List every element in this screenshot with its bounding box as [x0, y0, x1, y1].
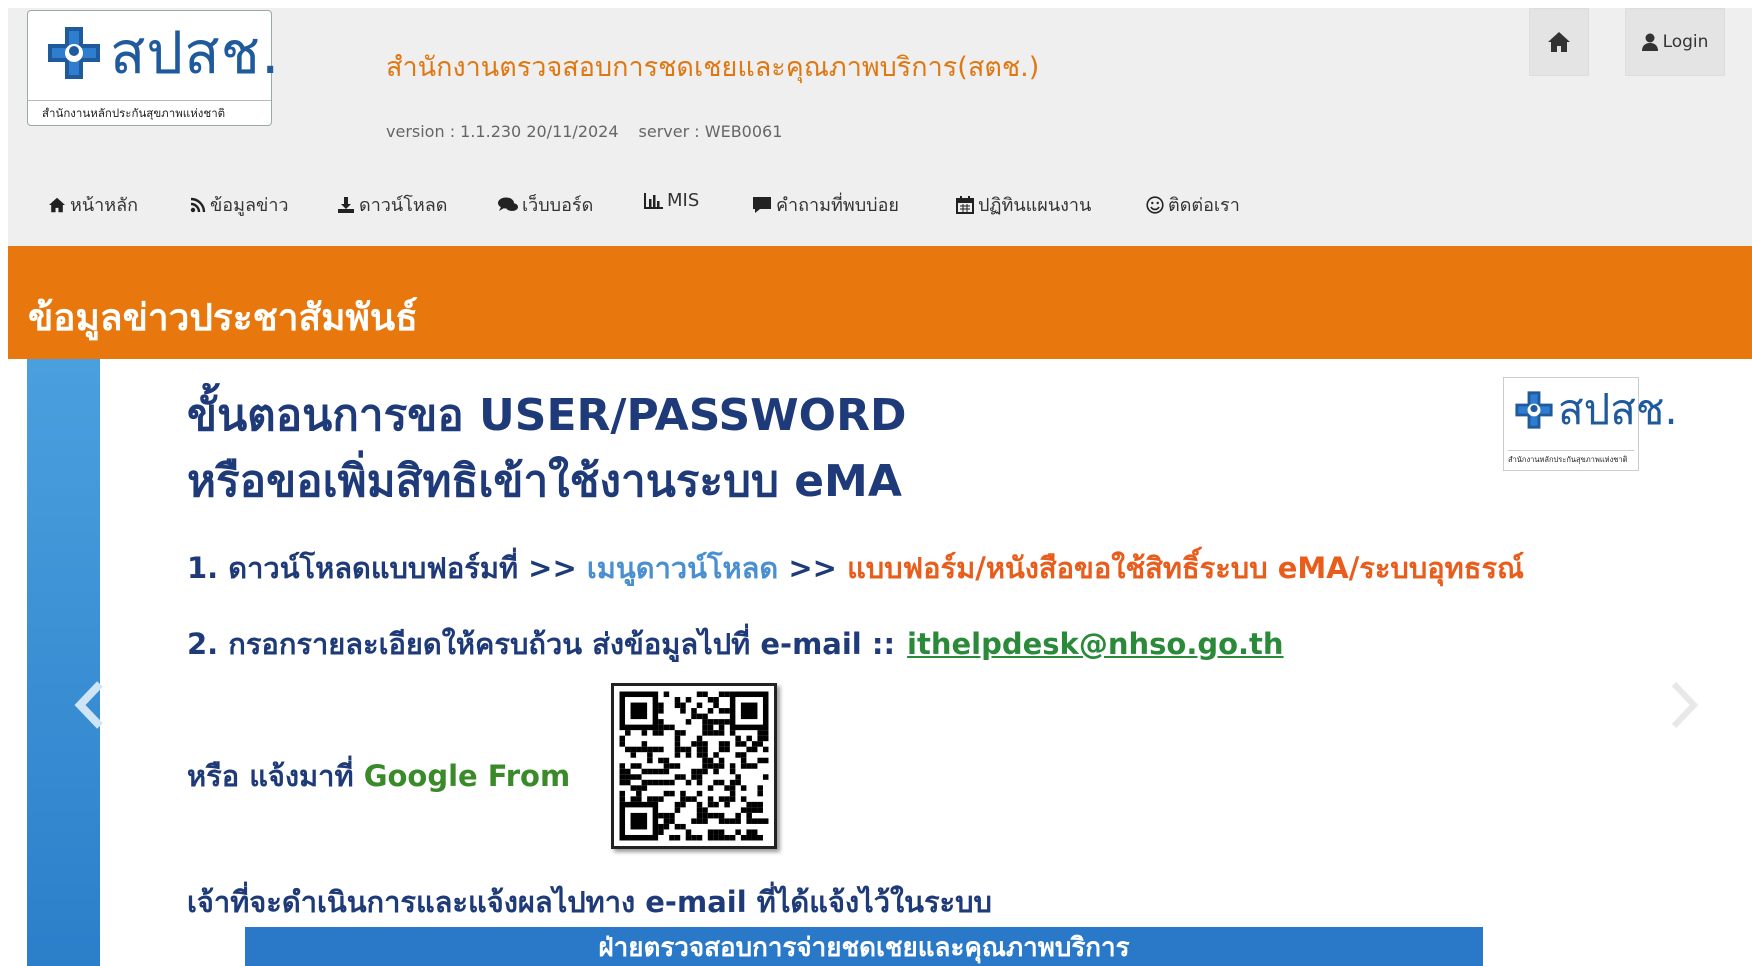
google-form-qr-code[interactable] — [611, 683, 777, 849]
step1-prefix: 1. ดาวน์โหลดแบบฟอร์มที่ >> — [187, 551, 577, 585]
nav-calendar[interactable]: ปฏิทินแผนงาน — [956, 190, 1091, 219]
nav-webboard-label: เว็บบอร์ด — [522, 195, 594, 216]
rss-icon — [190, 197, 206, 212]
step1-menu-link[interactable]: เมนูดาวน์โหลด — [587, 551, 778, 585]
login-label: Login — [1662, 32, 1709, 52]
slide-title: ขั้นตอนการขอ USER/PASSWORD หรือขอเพิ่มสิ… — [187, 383, 906, 515]
nav-download-label: ดาวน์โหลด — [359, 195, 448, 216]
nhso-cross-icon — [1515, 391, 1553, 429]
carousel-next-icon[interactable] — [1668, 680, 1702, 730]
nav-faq-label: คำถามที่พบบ่อย — [776, 195, 899, 216]
step1-form-name: แบบฟอร์ม/หนังสือขอใช้สิทธิ์ระบบ eMA/ระบบ… — [847, 551, 1524, 585]
server-text: server : WEB0061 — [638, 122, 783, 141]
download-icon — [338, 196, 354, 213]
slide-title-line2: หรือขอเพิ่มสิทธิเข้าใช้งานระบบ eMA — [187, 456, 902, 507]
google-form-label: Google From — [363, 759, 571, 793]
banner-title: ข้อมูลข่าวประชาสัมพันธ์ — [28, 296, 418, 339]
news-banner: ข้อมูลข่าวประชาสัมพันธ์ — [8, 246, 1752, 359]
user-icon — [1641, 33, 1658, 51]
slide-title-line1: ขั้นตอนการขอ USER/PASSWORD — [187, 390, 907, 441]
nav-news[interactable]: ข้อมูลข่าว — [190, 190, 289, 219]
nav-webboard[interactable]: เว็บบอร์ด — [498, 190, 593, 219]
smile-icon — [1146, 195, 1164, 214]
step-2: 2. กรอกรายละเอียดให้ครบถ้วน ส่งข้อมูลไปท… — [187, 621, 1284, 667]
slide-logo-subtitle: สำนักงานหลักประกันสุขภาพแห่งชาติ — [1508, 450, 1634, 466]
home-icon — [1548, 32, 1570, 52]
nav-download[interactable]: ดาวน์โหลด — [337, 190, 447, 219]
slide-footer: ฝ่ายตรวจสอบการจ่ายชดเชยและคุณภาพบริการ — [245, 927, 1483, 966]
slide-logo: สปสช. สำนักงานหลักประกันสุขภาพแห่งชาติ — [1503, 377, 1678, 471]
carousel-prev-icon[interactable] — [72, 680, 106, 730]
login-button[interactable]: Login — [1625, 8, 1725, 76]
or-prefix: หรือ แจ้งมาที่ — [187, 759, 354, 793]
notice-line: เจ้าที่จะดำเนินการและแจ้งผลไปทาง e-mail … — [187, 885, 992, 919]
comment-icon — [753, 196, 771, 213]
bar-chart-icon — [644, 192, 663, 209]
nhso-logo[interactable]: สปสช. สำนักงานหลักประกันสุขภาพแห่งชาติ — [27, 10, 279, 126]
comments-icon — [498, 197, 518, 211]
home-button[interactable] — [1529, 8, 1589, 76]
step-1: 1. ดาวน์โหลดแบบฟอร์มที่ >> เมนูดาวน์โหลด… — [187, 545, 1524, 591]
nav-faq[interactable]: คำถามที่พบบ่อย — [752, 190, 899, 219]
nav-contact-label: ติดต่อเรา — [1168, 195, 1240, 216]
qr-code-icon — [619, 691, 769, 841]
helpdesk-email-link[interactable]: ithelpdesk@nhso.go.th — [907, 627, 1284, 661]
version-text: version : 1.1.230 20/11/2024 — [386, 122, 619, 141]
nav-mis-label: MIS — [667, 190, 700, 211]
google-form-line: หรือ แจ้งมาที่ Google From — [187, 753, 570, 799]
version-info: version : 1.1.230 20/11/2024 server : WEB… — [386, 122, 802, 141]
step1-separator: >> — [788, 551, 837, 585]
nav-contact[interactable]: ติดต่อเรา — [1146, 190, 1240, 219]
logo-brand: สปสช. — [110, 19, 281, 87]
org-title: สำนักงานตรวจสอบการชดเชยและคุณภาพบริการ(ส… — [386, 52, 1040, 83]
nav-calendar-label: ปฏิทินแผนงาน — [978, 195, 1092, 216]
home-icon — [49, 197, 65, 212]
nav-mis[interactable]: MIS — [643, 190, 699, 211]
step2-prefix: 2. กรอกรายละเอียดให้ครบถ้วน ส่งข้อมูลไปท… — [187, 627, 896, 661]
nav-news-label: ข้อมูลข่าว — [210, 195, 289, 216]
logo-subtitle: สำนักงานหลักประกันสุขภาพแห่งชาติ — [28, 100, 271, 120]
slide-logo-brand: สปสช. — [1558, 385, 1678, 434]
nhso-cross-icon — [48, 27, 100, 79]
slide-side-bar — [27, 359, 100, 966]
nav-home[interactable]: หน้าหลัก — [48, 190, 138, 219]
calendar-icon — [956, 195, 974, 214]
nav-home-label: หน้าหลัก — [70, 195, 139, 216]
news-carousel[interactable]: ขั้นตอนการขอ USER/PASSWORD หรือขอเพิ่มสิ… — [27, 359, 1723, 966]
